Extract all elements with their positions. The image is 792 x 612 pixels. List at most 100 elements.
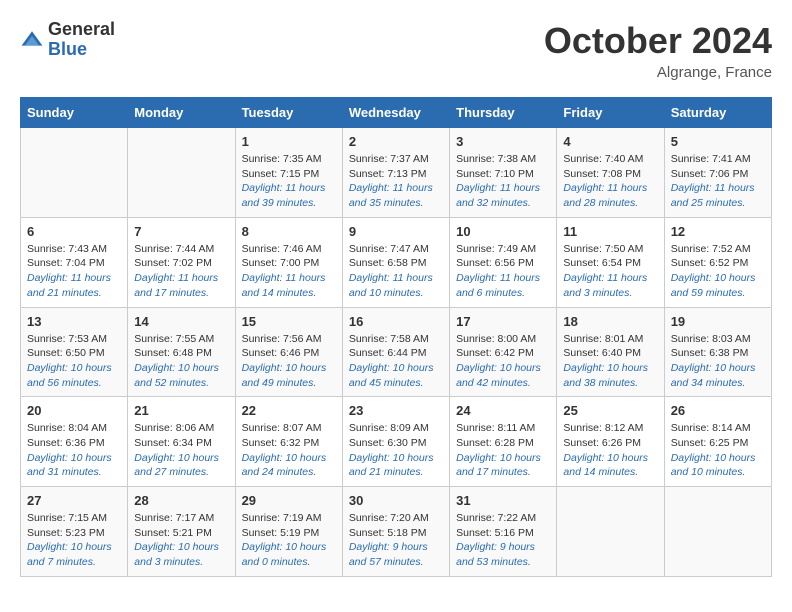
day-number: 11 (563, 224, 657, 239)
day-detail: Sunrise: 7:43 AMSunset: 7:04 PMDaylight:… (27, 242, 121, 301)
calendar-cell: 8Sunrise: 7:46 AMSunset: 7:00 PMDaylight… (235, 217, 342, 307)
calendar-cell: 12 Sunrise: 7:52 AMSunset: 6:52 PMDayligh… (664, 217, 771, 307)
day-number: 6 (27, 224, 121, 239)
day-detail: Sunrise: 7:20 AMSunset: 5:18 PMDaylight:… (349, 511, 443, 570)
day-number: 13 (27, 314, 121, 329)
calendar-cell: 22Sunrise: 8:07 AMSunset: 6:32 PMDayligh… (235, 397, 342, 487)
day-number: 17 (456, 314, 550, 329)
calendar-cell: 15 Sunrise: 7:56 AMSunset: 6:46 PMDayligh… (235, 307, 342, 397)
calendar-cell: 7 Sunrise: 7:44 AMSunset: 7:02 PMDaylight… (128, 217, 235, 307)
calendar-week-2: 6 Sunrise: 7:43 AMSunset: 7:04 PMDaylight… (21, 217, 772, 307)
calendar-week-1: 1Sunrise: 7:35 AMSunset: 7:15 PMDaylight… (21, 128, 772, 218)
day-number: 20 (27, 403, 121, 418)
day-detail: Sunrise: 7:50 AMSunset: 6:54 PMDaylight:… (563, 242, 657, 301)
location: Algrange, France (544, 64, 772, 81)
calendar-week-5: 27Sunrise: 7:15 AMSunset: 5:23 PMDayligh… (21, 487, 772, 577)
calendar-cell: 6 Sunrise: 7:43 AMSunset: 7:04 PMDaylight… (21, 217, 128, 307)
month-title: October 2024 (544, 20, 772, 62)
title-area: October 2024 Algrange, France (544, 20, 772, 81)
calendar-cell: 1Sunrise: 7:35 AMSunset: 7:15 PMDaylight… (235, 128, 342, 218)
day-number: 27 (27, 493, 121, 508)
calendar-cell: 17 Sunrise: 8:00 AMSunset: 6:42 PMDayligh… (450, 307, 557, 397)
logo: General Blue (20, 20, 115, 60)
day-number: 8 (242, 224, 336, 239)
day-detail: Sunrise: 7:37 AMSunset: 7:13 PMDaylight:… (349, 152, 443, 211)
calendar-cell: 13 Sunrise: 7:53 AMSunset: 6:50 PMDayligh… (21, 307, 128, 397)
col-saturday: Saturday (664, 98, 771, 128)
day-detail: Sunrise: 7:19 AMSunset: 5:19 PMDaylight:… (242, 511, 336, 570)
calendar-week-4: 20 Sunrise: 8:04 AMSunset: 6:36 PMDayligh… (21, 397, 772, 487)
calendar-cell: 4 Sunrise: 7:40 AMSunset: 7:08 PMDaylight… (557, 128, 664, 218)
calendar-cell: 20 Sunrise: 8:04 AMSunset: 6:36 PMDayligh… (21, 397, 128, 487)
day-detail: Sunrise: 7:56 AMSunset: 6:46 PMDaylight:… (242, 332, 336, 391)
day-detail: Sunrise: 7:47 AMSunset: 6:58 PMDaylight:… (349, 242, 443, 301)
calendar-cell: 30Sunrise: 7:20 AMSunset: 5:18 PMDayligh… (342, 487, 449, 577)
calendar-week-3: 13 Sunrise: 7:53 AMSunset: 6:50 PMDayligh… (21, 307, 772, 397)
day-detail: Sunrise: 7:17 AMSunset: 5:21 PMDaylight:… (134, 511, 228, 570)
day-detail: Sunrise: 8:14 AMSunset: 6:25 PMDaylight:… (671, 421, 765, 480)
day-number: 16 (349, 314, 443, 329)
day-number: 19 (671, 314, 765, 329)
calendar-cell (557, 487, 664, 577)
calendar-cell: 14 Sunrise: 7:55 AMSunset: 6:48 PMDayligh… (128, 307, 235, 397)
day-number: 12 (671, 224, 765, 239)
day-number: 10 (456, 224, 550, 239)
page-header: General Blue October 2024 Algrange, Fran… (20, 20, 772, 81)
day-detail: Sunrise: 7:22 AMSunset: 5:16 PMDaylight:… (456, 511, 550, 570)
calendar-cell: 26 Sunrise: 8:14 AMSunset: 6:25 PMDayligh… (664, 397, 771, 487)
calendar-cell: 3 Sunrise: 7:38 AMSunset: 7:10 PMDaylight… (450, 128, 557, 218)
col-thursday: Thursday (450, 98, 557, 128)
col-sunday: Sunday (21, 98, 128, 128)
calendar-cell (21, 128, 128, 218)
day-number: 31 (456, 493, 550, 508)
day-detail: Sunrise: 8:09 AMSunset: 6:30 PMDaylight:… (349, 421, 443, 480)
day-detail: Sunrise: 8:03 AMSunset: 6:38 PMDaylight:… (671, 332, 765, 391)
day-number: 15 (242, 314, 336, 329)
day-detail: Sunrise: 8:11 AMSunset: 6:28 PMDaylight:… (456, 421, 550, 480)
calendar-header: Sunday Monday Tuesday Wednesday Thursday… (21, 98, 772, 128)
day-number: 2 (349, 134, 443, 149)
day-detail: Sunrise: 7:55 AMSunset: 6:48 PMDaylight:… (134, 332, 228, 391)
day-detail: Sunrise: 7:41 AMSunset: 7:06 PMDaylight:… (671, 152, 765, 211)
calendar-cell: 31 Sunrise: 7:22 AMSunset: 5:16 PMDayligh… (450, 487, 557, 577)
day-detail: Sunrise: 8:07 AMSunset: 6:32 PMDaylight:… (242, 421, 336, 480)
col-tuesday: Tuesday (235, 98, 342, 128)
calendar-cell: 2 Sunrise: 7:37 AMSunset: 7:13 PMDaylight… (342, 128, 449, 218)
col-monday: Monday (128, 98, 235, 128)
calendar-cell: 16 Sunrise: 7:58 AMSunset: 6:44 PMDayligh… (342, 307, 449, 397)
day-number: 4 (563, 134, 657, 149)
day-number: 1 (242, 134, 336, 149)
day-number: 7 (134, 224, 228, 239)
calendar-cell (664, 487, 771, 577)
day-detail: Sunrise: 7:58 AMSunset: 6:44 PMDaylight:… (349, 332, 443, 391)
day-detail: Sunrise: 7:44 AMSunset: 7:02 PMDaylight:… (134, 242, 228, 301)
calendar-cell: 21Sunrise: 8:06 AMSunset: 6:34 PMDayligh… (128, 397, 235, 487)
day-detail: Sunrise: 7:52 AMSunset: 6:52 PMDaylight:… (671, 242, 765, 301)
day-detail: Sunrise: 8:06 AMSunset: 6:34 PMDaylight:… (134, 421, 228, 480)
day-number: 26 (671, 403, 765, 418)
day-detail: Sunrise: 8:04 AMSunset: 6:36 PMDaylight:… (27, 421, 121, 480)
day-number: 5 (671, 134, 765, 149)
col-wednesday: Wednesday (342, 98, 449, 128)
day-detail: Sunrise: 8:00 AMSunset: 6:42 PMDaylight:… (456, 332, 550, 391)
day-detail: Sunrise: 7:38 AMSunset: 7:10 PMDaylight:… (456, 152, 550, 211)
day-number: 14 (134, 314, 228, 329)
day-number: 29 (242, 493, 336, 508)
day-detail: Sunrise: 8:01 AMSunset: 6:40 PMDaylight:… (563, 332, 657, 391)
day-number: 23 (349, 403, 443, 418)
day-number: 3 (456, 134, 550, 149)
logo-blue: Blue (48, 40, 115, 60)
col-friday: Friday (557, 98, 664, 128)
calendar-cell: 29 Sunrise: 7:19 AMSunset: 5:19 PMDayligh… (235, 487, 342, 577)
calendar-cell: 25Sunrise: 8:12 AMSunset: 6:26 PMDayligh… (557, 397, 664, 487)
calendar-cell: 24 Sunrise: 8:11 AMSunset: 6:28 PMDayligh… (450, 397, 557, 487)
calendar-body: 1Sunrise: 7:35 AMSunset: 7:15 PMDaylight… (21, 128, 772, 577)
day-detail: Sunrise: 8:12 AMSunset: 6:26 PMDaylight:… (563, 421, 657, 480)
day-number: 24 (456, 403, 550, 418)
logo-general: General (48, 20, 115, 40)
day-number: 9 (349, 224, 443, 239)
day-detail: Sunrise: 7:40 AMSunset: 7:08 PMDaylight:… (563, 152, 657, 211)
calendar-cell: 9 Sunrise: 7:47 AMSunset: 6:58 PMDaylight… (342, 217, 449, 307)
day-detail: Sunrise: 7:53 AMSunset: 6:50 PMDaylight:… (27, 332, 121, 391)
calendar-cell: 11 Sunrise: 7:50 AMSunset: 6:54 PMDayligh… (557, 217, 664, 307)
